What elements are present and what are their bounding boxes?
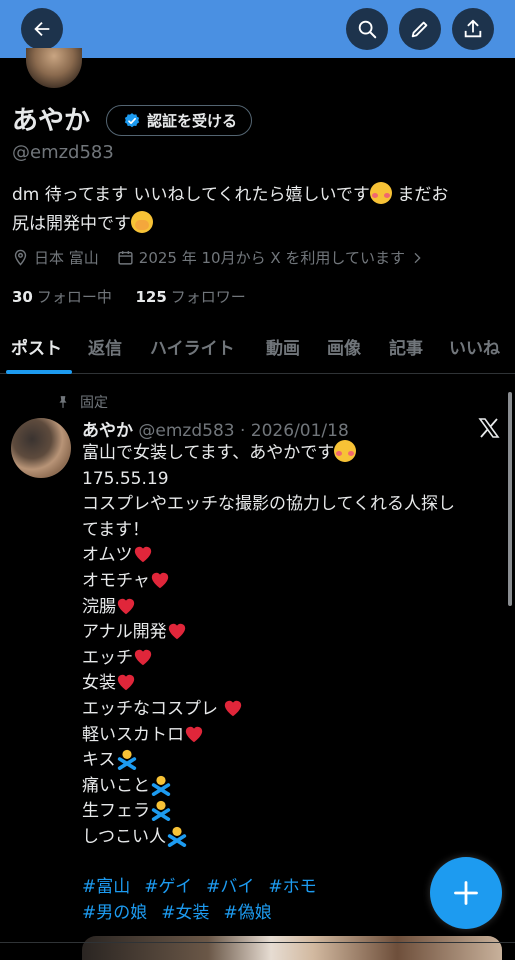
tab-articles[interactable]: 記事 [389, 334, 423, 359]
post-line: 軽いスカトロ [82, 723, 494, 749]
follow-stats: 30 フォロー中 125 フォロワー [12, 286, 246, 307]
smiling-face-hearts-icon [334, 440, 357, 462]
pencil-icon [411, 21, 428, 38]
profile-joined: 2025 年 10月から X を利用しています [138, 249, 405, 267]
smiling-face-hearts-icon [369, 182, 392, 204]
profile-handle: @emzd583 [12, 142, 114, 163]
hashtag-link[interactable]: #ホモ [268, 877, 316, 897]
followers-count: 125 [135, 288, 167, 306]
hashtag-link[interactable]: #富山 [82, 877, 130, 897]
following-count: 30 [12, 288, 33, 306]
post-line: エッチ [82, 646, 494, 672]
get-verified-button[interactable]: 認証を受ける [106, 105, 253, 136]
post-line: 浣腸 [82, 595, 494, 621]
following-label: フォロー中 [36, 288, 112, 306]
edit-button[interactable] [399, 8, 441, 50]
post-line: 女装 [82, 671, 494, 697]
no-gesture-icon [167, 826, 187, 847]
no-gesture-icon [151, 775, 171, 796]
compose-post-button[interactable] [430, 857, 502, 929]
red-heart-icon [134, 547, 151, 563]
get-verified-label: 認証を受ける [147, 112, 238, 130]
post-line: しつこい人 [82, 825, 494, 851]
arrow-left-icon [34, 21, 50, 37]
followers-link[interactable]: 125 フォロワー [135, 288, 245, 306]
red-heart-icon [225, 700, 242, 717]
share-button[interactable] [452, 8, 494, 50]
post-line: オムツ [82, 543, 494, 569]
no-gesture-icon [151, 801, 171, 822]
post-meta: @emzd583 · 2026/01/18 [138, 421, 349, 441]
post-line: 富山で女装してます、あやかです [82, 440, 494, 467]
post-author-name[interactable]: あやか [82, 421, 133, 441]
face-peeking-icon [131, 211, 153, 233]
tab-likes[interactable]: いいね [449, 334, 500, 359]
bio-text-2: 尻は開発中です [12, 214, 131, 234]
plus-icon [454, 881, 478, 905]
red-heart-icon [117, 675, 135, 691]
profile-bio: dm 待ってます いいねしてくれたら嬉しいです まだお 尻は開発中です [12, 181, 502, 239]
calendar-icon [118, 251, 133, 265]
hashtag-link[interactable]: #バイ [206, 877, 254, 897]
back-button[interactable] [21, 8, 63, 50]
post-avatar[interactable] [11, 418, 71, 478]
verified-badge-icon [124, 112, 140, 127]
search-button[interactable] [346, 8, 388, 50]
post-line: 生フェラ [82, 799, 494, 825]
profile-location: 日本 富山 [34, 249, 99, 267]
post-line: コスプレやエッチな撮影の協力してくれる人探し [82, 494, 455, 515]
hashtag-link[interactable]: #偽娘 [224, 903, 272, 923]
bio-text-1b: まだお [391, 185, 449, 205]
profile-avatar[interactable] [26, 48, 82, 88]
profile-meta: 日本 富山 2025 年 10月から X を利用しています [12, 247, 430, 268]
profile-name: あやか [12, 106, 91, 136]
chevron-right-icon[interactable] [409, 250, 425, 266]
hashtag-link[interactable]: #男の娘 [82, 903, 147, 923]
post-line: エッチなコスプレ [82, 697, 494, 723]
post-line: キス [82, 748, 494, 774]
location-pin-icon [14, 249, 27, 266]
red-heart-icon [151, 572, 169, 589]
bio-text-1: dm 待ってます いいねしてくれたら嬉しいです [12, 185, 370, 205]
bottom-divider [0, 942, 515, 943]
pinned-label: 固定 [80, 395, 108, 411]
post-header: あやか @emzd583 · 2026/01/18 [82, 416, 349, 441]
x-logo-icon[interactable] [477, 416, 501, 440]
search-icon [358, 20, 377, 39]
post-hashtags: #富山 #ゲイ #バイ #ホモ #男の娘 #女装 #偽娘 [82, 874, 331, 926]
post-line: 175.55.19 [82, 468, 169, 489]
active-tab-indicator [6, 370, 72, 374]
post-line: てます！ [82, 519, 150, 540]
red-heart-icon [134, 649, 152, 665]
red-heart-icon [168, 623, 185, 640]
scrollbar[interactable] [508, 392, 512, 606]
hashtag-link[interactable]: #女装 [161, 903, 209, 923]
tab-videos[interactable]: 動画 [266, 334, 300, 359]
post-text: 富山で女装してます、あやかです 175.55.19 コスプレやエッチな撮影の協力… [82, 440, 494, 851]
hashtag-link[interactable]: #ゲイ [144, 877, 192, 897]
post-line: 痛いこと [82, 774, 494, 800]
pin-icon [59, 396, 67, 408]
tab-highlights[interactable]: ハイライト [150, 334, 235, 359]
followers-label: フォロワー [170, 288, 246, 306]
pinned-indicator: 固定 [56, 392, 108, 412]
post-line: オモチャ [82, 569, 494, 595]
tab-posts[interactable]: ポスト [11, 334, 62, 359]
profile-tabs: ポスト 返信 ハイライト 動画 画像 記事 いいね [0, 318, 515, 374]
post-line: アナル開発 [82, 620, 494, 646]
share-icon [464, 19, 482, 38]
no-gesture-icon [117, 749, 136, 771]
tab-replies[interactable]: 返信 [88, 334, 122, 359]
tab-photos[interactable]: 画像 [327, 334, 361, 359]
red-heart-icon [185, 726, 203, 742]
red-heart-icon [117, 598, 135, 614]
following-link[interactable]: 30 フォロー中 [12, 288, 112, 306]
post-media-image[interactable] [82, 936, 502, 960]
